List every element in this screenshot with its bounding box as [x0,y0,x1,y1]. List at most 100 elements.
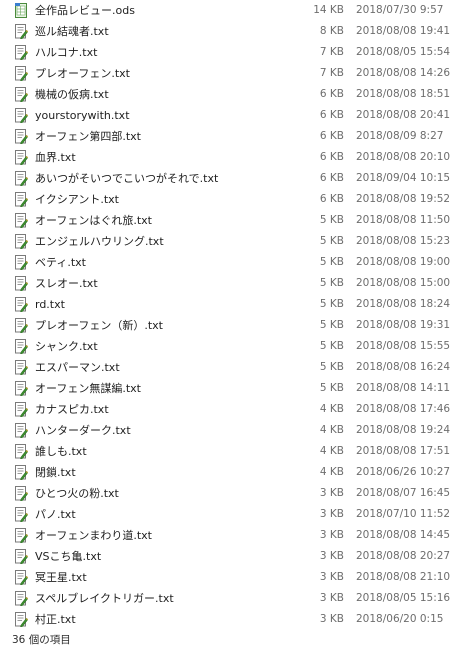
text-file-icon [15,255,29,271]
file-row[interactable]: ベティ.txt 5 KB 2018/08/08 19:00 [0,252,475,273]
file-size: 6 KB [319,130,344,142]
file-row[interactable]: 機械の仮病.txt 6 KB 2018/08/08 18:51 [0,84,475,105]
file-size: 5 KB [319,235,344,247]
text-file-icon [15,528,29,544]
text-file-icon [15,381,29,397]
file-modified-date: 2018/08/08 14:11 [356,382,451,394]
file-modified-date: 2018/08/08 15:55 [356,340,451,352]
file-row[interactable]: オーフェンまわり道.txt 3 KB 2018/08/08 14:45 [0,525,475,546]
file-modified-date: 2018/08/08 20:41 [356,109,451,121]
text-file-icon [15,402,29,418]
file-name: あいつがそいつでこいつがそれで.txt [35,172,219,185]
file-row[interactable]: yourstorywith.txt 6 KB 2018/08/08 20:41 [0,105,475,126]
file-modified-date: 2018/08/08 20:10 [356,151,451,163]
file-row[interactable]: カナスピカ.txt 4 KB 2018/08/08 17:46 [0,399,475,420]
text-file-icon [15,360,29,376]
file-row[interactable]: プレオーフェン.txt 7 KB 2018/08/08 14:26 [0,63,475,84]
file-name: プレオーフェン（新）.txt [35,319,163,332]
file-size: 3 KB [319,550,344,562]
text-file-icon [15,45,29,61]
file-size: 7 KB [319,46,344,58]
file-modified-date: 2018/08/08 14:26 [356,67,451,79]
file-row[interactable]: 村正.txt 3 KB 2018/06/20 0:15 [0,609,475,630]
file-size: 3 KB [319,529,344,541]
file-row[interactable]: ハンターダーク.txt 4 KB 2018/08/08 19:24 [0,420,475,441]
file-modified-date: 2018/08/08 11:50 [356,214,451,226]
file-name: 冥王星.txt [35,571,87,584]
file-size: 6 KB [319,151,344,163]
file-row[interactable]: プレオーフェン（新）.txt 5 KB 2018/08/08 19:31 [0,315,475,336]
file-name: 全作品レビュー.ods [35,4,135,17]
file-name: カナスピカ.txt [35,403,109,416]
file-name: スペルブレイクトリガー.txt [35,592,174,605]
file-row[interactable]: オーフェンはぐれ旅.txt 5 KB 2018/08/08 11:50 [0,210,475,231]
file-size: 3 KB [319,508,344,520]
file-row[interactable]: スレオー.txt 5 KB 2018/08/08 15:00 [0,273,475,294]
file-row[interactable]: ひとつ火の粉.txt 3 KB 2018/08/07 16:45 [0,483,475,504]
text-file-icon [15,465,29,481]
file-name: オーフェンまわり道.txt [35,529,152,542]
text-file-icon [15,24,29,40]
file-row[interactable]: オーフェン第四部.txt 6 KB 2018/08/09 8:27 [0,126,475,147]
file-row[interactable]: ハルコナ.txt 7 KB 2018/08/05 15:54 [0,42,475,63]
file-row[interactable]: 巡ル結魂者.txt 8 KB 2018/08/08 19:41 [0,21,475,42]
file-name: yourstorywith.txt [35,109,130,122]
text-file-icon [15,339,29,355]
file-name: エンジェルハウリング.txt [35,235,164,248]
file-name: オーフェン無謀編.txt [35,382,141,395]
file-size: 5 KB [319,319,344,331]
file-row[interactable]: シャンク.txt 5 KB 2018/08/08 15:55 [0,336,475,357]
file-modified-date: 2018/07/10 11:52 [356,508,451,520]
file-modified-date: 2018/08/08 19:00 [356,256,451,268]
file-modified-date: 2018/08/08 16:24 [356,361,451,373]
file-row[interactable]: スペルブレイクトリガー.txt 3 KB 2018/08/05 15:16 [0,588,475,609]
file-row[interactable]: エスパーマン.txt 5 KB 2018/08/08 16:24 [0,357,475,378]
file-row[interactable]: rd.txt 5 KB 2018/08/08 18:24 [0,294,475,315]
file-size: 5 KB [319,214,344,226]
file-size: 6 KB [319,172,344,184]
text-file-icon [15,612,29,628]
file-name: VSこち亀.txt [35,550,102,563]
file-row[interactable]: 全作品レビュー.ods 14 KB 2018/07/30 9:57 [0,0,475,21]
file-name: 誰しも.txt [35,445,87,458]
text-file-icon [15,486,29,502]
file-size: 5 KB [319,361,344,373]
file-modified-date: 2018/06/20 0:15 [356,613,444,625]
status-bar: 36 個の項目 [12,632,71,647]
file-size: 5 KB [319,382,344,394]
file-row[interactable]: VSこち亀.txt 3 KB 2018/08/08 20:27 [0,546,475,567]
file-row[interactable]: 閉鎖.txt 4 KB 2018/06/26 10:27 [0,462,475,483]
file-modified-date: 2018/08/08 17:51 [356,445,451,457]
text-file-icon [15,192,29,208]
file-name: ハルコナ.txt [35,46,98,59]
text-file-icon [15,549,29,565]
file-modified-date: 2018/08/08 18:24 [356,298,451,310]
file-name: プレオーフェン.txt [35,67,130,80]
file-row[interactable]: イクシアント.txt 6 KB 2018/08/08 19:52 [0,189,475,210]
text-file-icon [15,318,29,334]
file-modified-date: 2018/08/08 21:10 [356,571,451,583]
file-size: 3 KB [319,571,344,583]
file-row[interactable]: 誰しも.txt 4 KB 2018/08/08 17:51 [0,441,475,462]
text-file-icon [15,66,29,82]
file-size: 3 KB [319,613,344,625]
file-size: 7 KB [319,67,344,79]
file-size: 6 KB [319,193,344,205]
file-row[interactable]: あいつがそいつでこいつがそれで.txt 6 KB 2018/09/04 10:15 [0,168,475,189]
file-size: 14 KB [313,4,344,16]
file-row[interactable]: パノ.txt 3 KB 2018/07/10 11:52 [0,504,475,525]
text-file-icon [15,213,29,229]
file-row[interactable]: 血界.txt 6 KB 2018/08/08 20:10 [0,147,475,168]
text-file-icon [15,444,29,460]
file-row[interactable]: オーフェン無謀編.txt 5 KB 2018/08/08 14:11 [0,378,475,399]
file-name: 村正.txt [35,613,76,626]
file-name: ひとつ火の粉.txt [35,487,119,500]
file-row[interactable]: エンジェルハウリング.txt 5 KB 2018/08/08 15:23 [0,231,475,252]
file-modified-date: 2018/09/04 10:15 [356,172,451,184]
file-name: 血界.txt [35,151,76,164]
file-row[interactable]: 冥王星.txt 3 KB 2018/08/08 21:10 [0,567,475,588]
file-modified-date: 2018/08/09 8:27 [356,130,444,142]
text-file-icon [15,423,29,439]
file-size: 5 KB [319,340,344,352]
file-name: シャンク.txt [35,340,98,353]
